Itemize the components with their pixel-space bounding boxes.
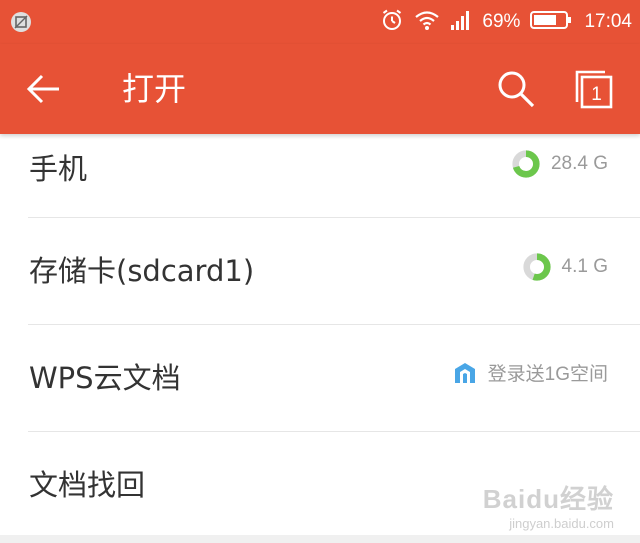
storage-size: 4.1 G [561, 256, 608, 277]
storage-info: 4.1 G [522, 252, 608, 282]
bottom-edge [0, 535, 640, 543]
location-list: 手机 28.4 G 存储卡(sdcard1) 4.1 G WPS云文档 登录送1… [0, 134, 640, 543]
battery-icon [530, 10, 572, 34]
location-phone[interactable]: 手机 28.4 G [0, 134, 640, 218]
search-button[interactable] [488, 64, 544, 114]
screenshot-icon [11, 12, 31, 32]
back-arrow-icon [26, 74, 59, 104]
search-icon [498, 71, 535, 108]
signal-icon [450, 9, 472, 35]
status-bar-right: 69% 17:04 [380, 0, 632, 44]
back-button[interactable] [16, 64, 72, 114]
wifi-icon [414, 9, 440, 35]
cloud-info: 登录送1G空间 [452, 359, 608, 386]
alarm-icon [380, 8, 404, 36]
storage-size: 28.4 G [550, 153, 608, 174]
status-bar: 69% 17:04 [0, 0, 640, 44]
wps-cloud-icon [454, 362, 475, 383]
app-bar: 打开 1 [0, 44, 640, 134]
storage-usage-icon [512, 150, 540, 178]
pages-count: 1 [591, 84, 602, 105]
location-sdcard[interactable]: 存储卡(sdcard1) 4.1 G [0, 218, 640, 325]
pages-icon: 1 [575, 70, 613, 109]
pages-button[interactable]: 1 [566, 62, 622, 116]
location-label: 文档找回 [29, 468, 146, 502]
battery-percent: 69% [482, 11, 521, 32]
location-label: 存储卡(sdcard1) [29, 254, 255, 288]
location-label: WPS云文档 [29, 361, 181, 395]
clock: 17:04 [584, 11, 632, 32]
cloud-promo-text: 登录送1G空间 [487, 364, 608, 385]
page-title: 打开 [122, 70, 187, 108]
location-label: 手机 [29, 152, 88, 186]
location-wps-cloud[interactable]: WPS云文档 登录送1G空间 [0, 325, 640, 432]
file-open-screen: 69% 17:04 打开 1 手机 28.4 G 存储卡(sdcard1) 4.… [0, 0, 640, 543]
location-document-recovery[interactable]: 文档找回 [0, 432, 640, 539]
storage-usage-icon [522, 253, 551, 281]
storage-info: 28.4 G [511, 149, 608, 179]
